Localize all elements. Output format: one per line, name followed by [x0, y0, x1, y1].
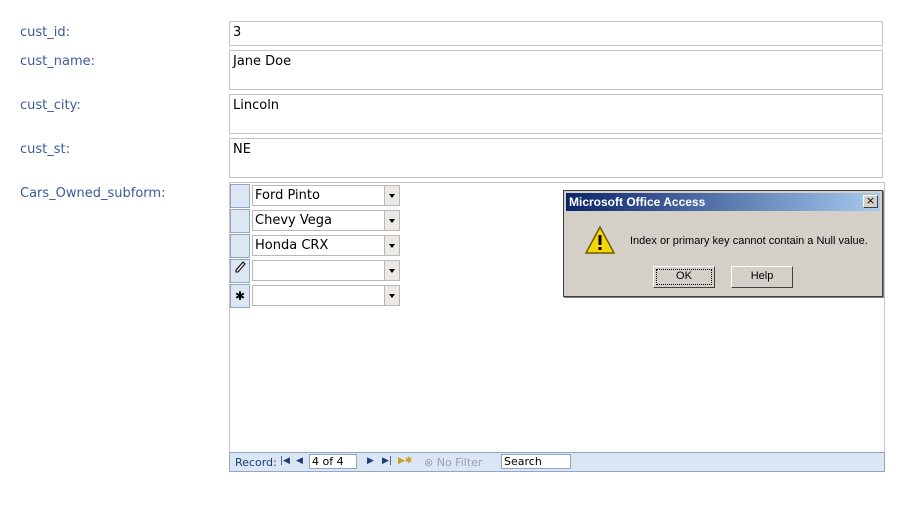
cust-city-field[interactable]: Lincoln — [229, 94, 883, 134]
cust-id-field[interactable]: 3 — [229, 21, 883, 46]
help-button[interactable]: Help — [731, 266, 793, 288]
record-selector[interactable] — [230, 234, 250, 258]
label-cust-st: cust_st: — [20, 142, 71, 157]
dropdown-arrow-icon[interactable] — [384, 186, 399, 205]
new-record-nav-icon[interactable]: ▶✱ — [398, 456, 412, 466]
error-dialog: Microsoft Office Access × Index or prima… — [563, 190, 883, 297]
car-combo-value: Ford Pinto — [255, 188, 320, 203]
label-cars-owned-subform: Cars_Owned_subform: — [20, 186, 166, 201]
no-filter-label: No Filter — [436, 456, 483, 469]
dialog-message: Index or primary key cannot contain a Nu… — [630, 235, 868, 247]
cust-name-field[interactable]: Jane Doe — [229, 50, 883, 90]
first-record-icon[interactable]: |◀ — [280, 456, 290, 466]
car-combo[interactable] — [252, 260, 400, 281]
label-cust-city: cust_city: — [20, 98, 81, 113]
dropdown-arrow-icon[interactable] — [384, 211, 399, 230]
filter-icon: ⊗ — [424, 456, 434, 469]
car-combo-value: Chevy Vega — [255, 213, 332, 228]
current-record-input[interactable]: 4 of 4 — [309, 454, 357, 469]
dialog-titlebar[interactable]: Microsoft Office Access × — [566, 193, 880, 211]
dropdown-arrow-icon[interactable] — [384, 261, 399, 280]
dialog-title: Microsoft Office Access — [569, 195, 706, 209]
record-selector[interactable] — [230, 184, 250, 208]
car-combo[interactable] — [252, 285, 400, 306]
close-icon[interactable]: × — [863, 195, 878, 208]
warning-icon — [584, 225, 616, 254]
record-label: Record: — [235, 456, 277, 469]
label-cust-id: cust_id: — [20, 25, 71, 40]
last-record-icon[interactable]: ▶| — [382, 456, 392, 466]
no-filter-button[interactable]: ⊗ No Filter — [424, 456, 482, 469]
record-selector[interactable] — [230, 209, 250, 233]
dropdown-arrow-icon[interactable] — [384, 236, 399, 255]
car-combo[interactable]: Ford Pinto — [252, 185, 400, 206]
ok-button[interactable]: OK — [653, 266, 715, 288]
new-record-icon[interactable]: ✱ — [230, 284, 250, 308]
next-record-icon[interactable]: ▶ — [367, 456, 374, 466]
record-navigation-bar: Record: |◀ ◀ 4 of 4 ▶ ▶| ▶✱ ⊗ No Filter … — [229, 452, 885, 472]
car-combo[interactable]: Chevy Vega — [252, 210, 400, 231]
label-cust-name: cust_name: — [20, 54, 96, 69]
search-input[interactable]: Search — [501, 454, 571, 469]
car-combo[interactable]: Honda CRX — [252, 235, 400, 256]
dropdown-arrow-icon[interactable] — [384, 286, 399, 305]
pencil-icon[interactable] — [230, 259, 250, 283]
previous-record-icon[interactable]: ◀ — [296, 456, 303, 466]
cust-st-field[interactable]: NE — [229, 138, 883, 178]
car-combo-value: Honda CRX — [255, 238, 329, 253]
